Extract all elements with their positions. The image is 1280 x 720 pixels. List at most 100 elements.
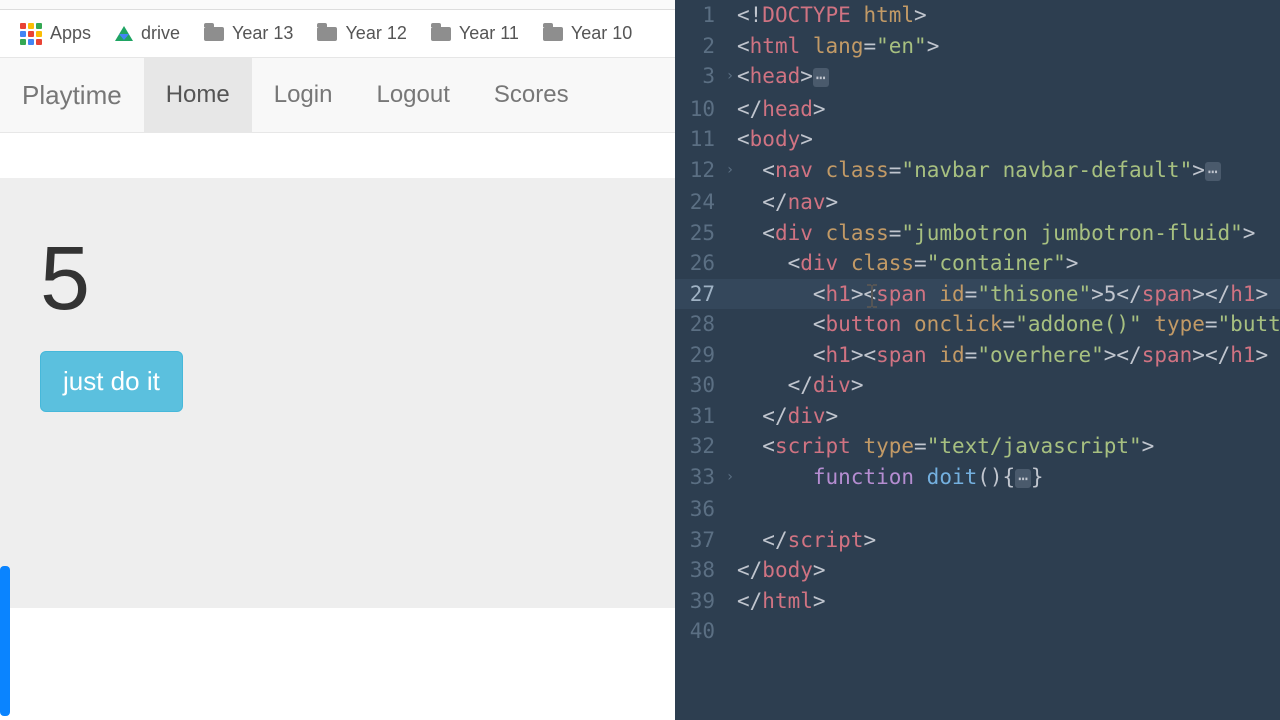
navbar-brand[interactable]: Playtime — [0, 80, 144, 111]
code-content[interactable]: </nav> — [737, 187, 1280, 218]
code-line[interactable]: 25 <div class="jumbotron jumbotron-fluid… — [675, 218, 1280, 249]
fold-toggle-icon — [723, 187, 737, 218]
line-number[interactable]: 32 — [675, 431, 723, 462]
nav-link-home[interactable]: Home — [144, 58, 252, 132]
code-editor-pane[interactable]: 1<!DOCTYPE html>2<html lang="en">3›<head… — [675, 0, 1280, 720]
code-content[interactable]: <!DOCTYPE html> — [737, 0, 1280, 31]
fold-toggle-icon — [723, 616, 737, 647]
line-number[interactable]: 2 — [675, 31, 723, 62]
nav-link-login[interactable]: Login — [252, 58, 355, 132]
fold-toggle-icon — [723, 340, 737, 371]
code-line[interactable]: 27 <h1><span id="thisone">5</span></h1> — [675, 279, 1280, 310]
code-line[interactable]: 1 <!DOCTYPE html> — [675, 0, 1280, 31]
bookmark-apps[interactable]: Apps — [20, 23, 91, 45]
line-number[interactable]: 24 — [675, 187, 723, 218]
line-number[interactable]: 26 — [675, 248, 723, 279]
line-number[interactable]: 10 — [675, 94, 723, 125]
code-line[interactable]: 28 <button onclick="addone()" type="butt… — [675, 309, 1280, 340]
fold-toggle-icon[interactable]: › — [723, 462, 737, 495]
code-content[interactable]: </div> — [737, 401, 1280, 432]
code-content[interactable]: <head>⋯ — [737, 61, 1280, 94]
counter-value: 5 — [40, 228, 635, 331]
code-line[interactable]: 12› <nav class="navbar navbar-default">⋯ — [675, 155, 1280, 188]
offscreen-window-edge — [0, 566, 10, 716]
bookmark-folder-year10[interactable]: Year 10 — [543, 23, 632, 44]
code-line[interactable]: 10 </head> — [675, 94, 1280, 125]
code-content[interactable]: function doit(){⋯} — [737, 462, 1280, 495]
code-line[interactable]: 26 <div class="container"> — [675, 248, 1280, 279]
fold-toggle-icon[interactable]: › — [723, 61, 737, 94]
line-number[interactable]: 11 — [675, 124, 723, 155]
nav-link-scores[interactable]: Scores — [472, 58, 591, 132]
bookmark-folder-year13[interactable]: Year 13 — [204, 23, 293, 44]
nav-link-logout[interactable]: Logout — [354, 58, 471, 132]
line-number[interactable]: 30 — [675, 370, 723, 401]
drive-icon — [115, 26, 133, 41]
code-content[interactable]: </html> — [737, 586, 1280, 617]
code-line[interactable]: 3›<head>⋯ — [675, 61, 1280, 94]
code-content[interactable]: <html lang="en"> — [737, 31, 1280, 62]
code-line[interactable]: 39 </html> — [675, 586, 1280, 617]
code-line[interactable]: 24 </nav> — [675, 187, 1280, 218]
browser-pane: Apps drive Year 13 Year 12 Year 11 Year … — [0, 0, 675, 720]
code-content[interactable]: <button onclick="addone()" type="butto — [737, 309, 1280, 340]
code-content[interactable]: <h1><span id="thisone">5</span></h1> — [737, 279, 1280, 310]
code-line[interactable]: 11 <body> — [675, 124, 1280, 155]
line-number[interactable]: 25 — [675, 218, 723, 249]
code-line[interactable]: 32 <script type="text/javascript"> — [675, 431, 1280, 462]
fold-toggle-icon — [723, 248, 737, 279]
line-number[interactable]: 28 — [675, 309, 723, 340]
fold-toggle-icon — [723, 309, 737, 340]
line-number[interactable]: 1 — [675, 0, 723, 31]
code-line[interactable]: 33› function doit(){⋯} — [675, 462, 1280, 495]
just-do-it-button[interactable]: just do it — [40, 351, 183, 412]
bookmark-label: Year 10 — [571, 23, 632, 44]
bookmark-label: Year 13 — [232, 23, 293, 44]
code-line[interactable]: 30 </div> — [675, 370, 1280, 401]
line-number[interactable]: 3 — [675, 61, 723, 94]
bookmark-folder-year11[interactable]: Year 11 — [431, 23, 519, 44]
line-number[interactable]: 27 — [675, 279, 723, 310]
line-number[interactable]: 12 — [675, 155, 723, 188]
line-number[interactable]: 36 — [675, 494, 723, 525]
folder-icon — [204, 27, 224, 41]
line-number[interactable]: 38 — [675, 555, 723, 586]
code-content[interactable]: <div class="container"> — [737, 248, 1280, 279]
fold-toggle-icon[interactable]: › — [723, 155, 737, 188]
line-number[interactable]: 31 — [675, 401, 723, 432]
code-content[interactable]: </div> — [737, 370, 1280, 401]
code-content[interactable] — [737, 494, 1280, 525]
line-number[interactable]: 40 — [675, 616, 723, 647]
code-line[interactable]: 29 <h1><span id="overhere"></span></h1> — [675, 340, 1280, 371]
code-content[interactable]: <nav class="navbar navbar-default">⋯ — [737, 155, 1280, 188]
code-line[interactable]: 31 </div> — [675, 401, 1280, 432]
rendered-page: Playtime Home Login Logout Scores 5 just… — [0, 58, 675, 720]
fold-ellipsis-icon[interactable]: ⋯ — [1205, 162, 1221, 181]
code-content[interactable]: <h1><span id="overhere"></span></h1> — [737, 340, 1280, 371]
line-number[interactable]: 39 — [675, 586, 723, 617]
line-number[interactable]: 37 — [675, 525, 723, 556]
fold-toggle-icon — [723, 586, 737, 617]
bookmark-label: Year 11 — [459, 23, 519, 44]
code-content[interactable]: </body> — [737, 555, 1280, 586]
fold-ellipsis-icon[interactable]: ⋯ — [1015, 469, 1031, 488]
code-content[interactable]: <div class="jumbotron jumbotron-fluid"> — [737, 218, 1280, 249]
line-number[interactable]: 29 — [675, 340, 723, 371]
fold-toggle-icon — [723, 94, 737, 125]
code-content[interactable]: </head> — [737, 94, 1280, 125]
bookmark-drive[interactable]: drive — [115, 23, 180, 44]
code-content[interactable]: <script type="text/javascript"> — [737, 431, 1280, 462]
code-line[interactable]: 37 </script> — [675, 525, 1280, 556]
code-content[interactable] — [737, 616, 1280, 647]
code-line[interactable]: 36 — [675, 494, 1280, 525]
fold-toggle-icon — [723, 525, 737, 556]
code-content[interactable]: </script> — [737, 525, 1280, 556]
code-content[interactable]: <body> — [737, 124, 1280, 155]
fold-toggle-icon — [723, 31, 737, 62]
code-line[interactable]: 40 — [675, 616, 1280, 647]
code-line[interactable]: 2 <html lang="en"> — [675, 31, 1280, 62]
line-number[interactable]: 33 — [675, 462, 723, 495]
code-line[interactable]: 38 </body> — [675, 555, 1280, 586]
bookmark-folder-year12[interactable]: Year 12 — [317, 23, 406, 44]
fold-ellipsis-icon[interactable]: ⋯ — [813, 68, 829, 87]
